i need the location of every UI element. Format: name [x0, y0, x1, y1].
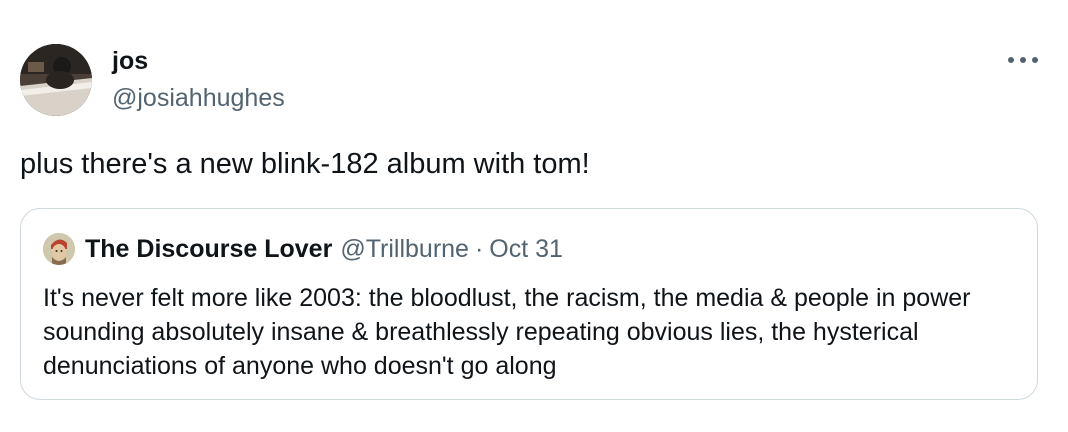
author-avatar[interactable] — [20, 44, 92, 116]
avatar-photo-icon — [20, 44, 92, 116]
quoted-timestamp[interactable]: Oct 31 — [489, 235, 563, 264]
quoted-user-avatar[interactable] — [43, 233, 75, 265]
tweet-text: plus there's a new blink-182 album with … — [20, 148, 590, 180]
quoted-handle[interactable]: @Trillburne — [340, 235, 469, 264]
quoted-tweet-text: It's never felt more like 2003: the bloo… — [43, 284, 971, 380]
ellipsis-horizontal-icon[interactable] — [1008, 50, 1038, 70]
author-display-name[interactable]: jos — [112, 46, 148, 76]
dot — [1020, 57, 1026, 63]
quoted-tweet-header: The Discourse Lover @Trillburne · Oct 31 — [43, 233, 563, 265]
avatar-illustration-icon — [43, 233, 75, 265]
separator-dot: · — [474, 234, 484, 263]
dot — [1008, 57, 1014, 63]
dot — [1032, 57, 1038, 63]
quoted-display-name[interactable]: The Discourse Lover — [85, 235, 332, 264]
author-handle[interactable]: @josiahhughes — [112, 83, 285, 113]
tweet-card: jos @josiahhughes plus there's a new bli… — [0, 0, 1068, 432]
quoted-tweet-card[interactable]: The Discourse Lover @Trillburne · Oct 31… — [20, 208, 1038, 400]
